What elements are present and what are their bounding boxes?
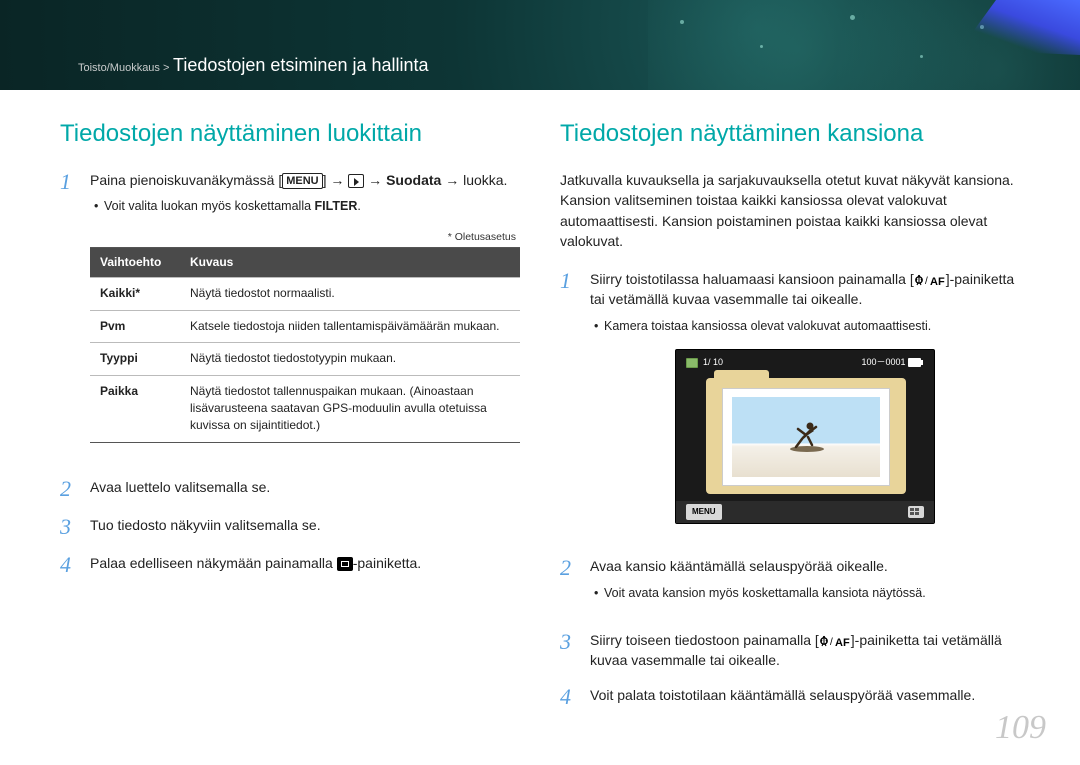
page-content: Tiedostojen näyttäminen luokittain 1 Pai… bbox=[0, 90, 1080, 723]
step-number: 3 bbox=[60, 515, 78, 539]
breadcrumb-title: Tiedostojen etsiminen ja hallinta bbox=[173, 55, 428, 75]
play-icon bbox=[348, 174, 364, 188]
right-step-1: 1 Siirry toistotilassa haluamaasi kansio… bbox=[560, 269, 1020, 542]
preview-menu-button[interactable]: MENU bbox=[686, 504, 722, 520]
step-body: Voit palata toistotilaan kääntämällä sel… bbox=[590, 685, 1020, 709]
camera-preview: 1/ 10 100－0001 bbox=[675, 349, 935, 524]
footnote: * Oletusasetus bbox=[90, 230, 516, 245]
step-number: 1 bbox=[560, 269, 578, 542]
bullet: Voit avata kansion myös koskettamalla ka… bbox=[590, 585, 1020, 603]
right-step-3: 3 Siirry toiseen tiedostoon painamalla [… bbox=[560, 630, 1020, 671]
options-table: Vaihtoehto Kuvaus Kaikki*Näytä tiedostot… bbox=[90, 247, 520, 443]
step-number: 1 bbox=[60, 170, 78, 463]
preview-grid-button[interactable] bbox=[908, 506, 924, 518]
step-body: Siirry toiseen tiedostoon painamalla [/A… bbox=[590, 630, 1020, 671]
left-column: Tiedostojen näyttäminen luokittain 1 Pai… bbox=[60, 120, 520, 723]
th-option: Vaihtoehto bbox=[90, 248, 180, 278]
table-row: Kaikki*Näytä tiedostot normaalisti. bbox=[90, 278, 520, 310]
step-number: 4 bbox=[560, 685, 578, 709]
focus-af-icon: /AF bbox=[819, 632, 851, 648]
right-heading: Tiedostojen näyttäminen kansiona bbox=[560, 120, 1020, 148]
folder-graphic bbox=[706, 378, 906, 498]
preview-bottombar: MENU bbox=[676, 501, 934, 523]
battery-icon bbox=[908, 358, 924, 367]
left-step-3: 3 Tuo tiedosto näkyviin valitsemalla se. bbox=[60, 515, 520, 539]
header-band: Toisto/Muokkaus > Tiedostojen etsiminen … bbox=[0, 0, 1080, 90]
th-desc: Kuvaus bbox=[180, 248, 520, 278]
preview-right: 100－0001 bbox=[861, 356, 924, 369]
left-step-4: 4 Palaa edelliseen näkymään painamalla -… bbox=[60, 553, 520, 577]
menu-icon: MENU bbox=[282, 173, 322, 189]
back-icon bbox=[337, 557, 353, 571]
step-body: Paina pienoiskuvanäkymässä [MENU] → → Su… bbox=[90, 170, 520, 463]
step-body: Tuo tiedosto näkyviin valitsemalla se. bbox=[90, 515, 520, 539]
table-row: TyyppiNäytä tiedostot tiedostotyypin muk… bbox=[90, 343, 520, 375]
table-row: PaikkaNäytä tiedostot tallennuspaikan mu… bbox=[90, 375, 520, 442]
breadcrumb-section: Toisto/Muokkaus > bbox=[78, 62, 169, 74]
preview-left: 1/ 10 bbox=[686, 356, 723, 369]
left-step-2: 2 Avaa luettelo valitsemalla se. bbox=[60, 477, 520, 501]
step-body: Avaa kansio kääntämällä selauspyörää oik… bbox=[590, 556, 1020, 616]
svg-text:/: / bbox=[925, 276, 928, 286]
step-body: Avaa luettelo valitsemalla se. bbox=[90, 477, 520, 501]
bullet: Kamera toistaa kansiossa olevat valokuva… bbox=[590, 318, 1020, 336]
right-step-2: 2 Avaa kansio kääntämällä selauspyörää o… bbox=[560, 556, 1020, 616]
table-row: PvmKatsele tiedostoja niiden tallentamis… bbox=[90, 310, 520, 342]
right-column: Tiedostojen näyttäminen kansiona Jatkuva… bbox=[560, 120, 1020, 723]
left-step-1: 1 Paina pienoiskuvanäkymässä [MENU] → → … bbox=[60, 170, 520, 463]
page-number: 109 bbox=[995, 709, 1046, 747]
step-number: 2 bbox=[560, 556, 578, 616]
step-number: 2 bbox=[60, 477, 78, 501]
right-step-4: 4 Voit palata toistotilaan kääntämällä s… bbox=[560, 685, 1020, 709]
left-heading: Tiedostojen näyttäminen luokittain bbox=[60, 120, 520, 148]
svg-text:AF: AF bbox=[835, 637, 850, 647]
intro-paragraph: Jatkuvalla kuvauksella ja sarjakuvauksel… bbox=[560, 170, 1020, 251]
step-body: Palaa edelliseen näkymään painamalla -pa… bbox=[90, 553, 520, 577]
corner-accent bbox=[960, 0, 1080, 55]
step-number: 4 bbox=[60, 553, 78, 577]
svg-text:/: / bbox=[830, 637, 833, 647]
preview-statusbar: 1/ 10 100－0001 bbox=[686, 356, 924, 369]
svg-text:AF: AF bbox=[930, 276, 945, 286]
image-icon bbox=[686, 358, 698, 368]
step-number: 3 bbox=[560, 630, 578, 671]
breadcrumb: Toisto/Muokkaus > Tiedostojen etsiminen … bbox=[78, 55, 429, 76]
bullet: Voit valita luokan myös koskettamalla FI… bbox=[90, 198, 520, 216]
snowboarder-icon bbox=[788, 419, 826, 453]
step-body: Siirry toistotilassa haluamaasi kansioon… bbox=[590, 269, 1020, 542]
focus-af-icon: /AF bbox=[914, 271, 946, 287]
